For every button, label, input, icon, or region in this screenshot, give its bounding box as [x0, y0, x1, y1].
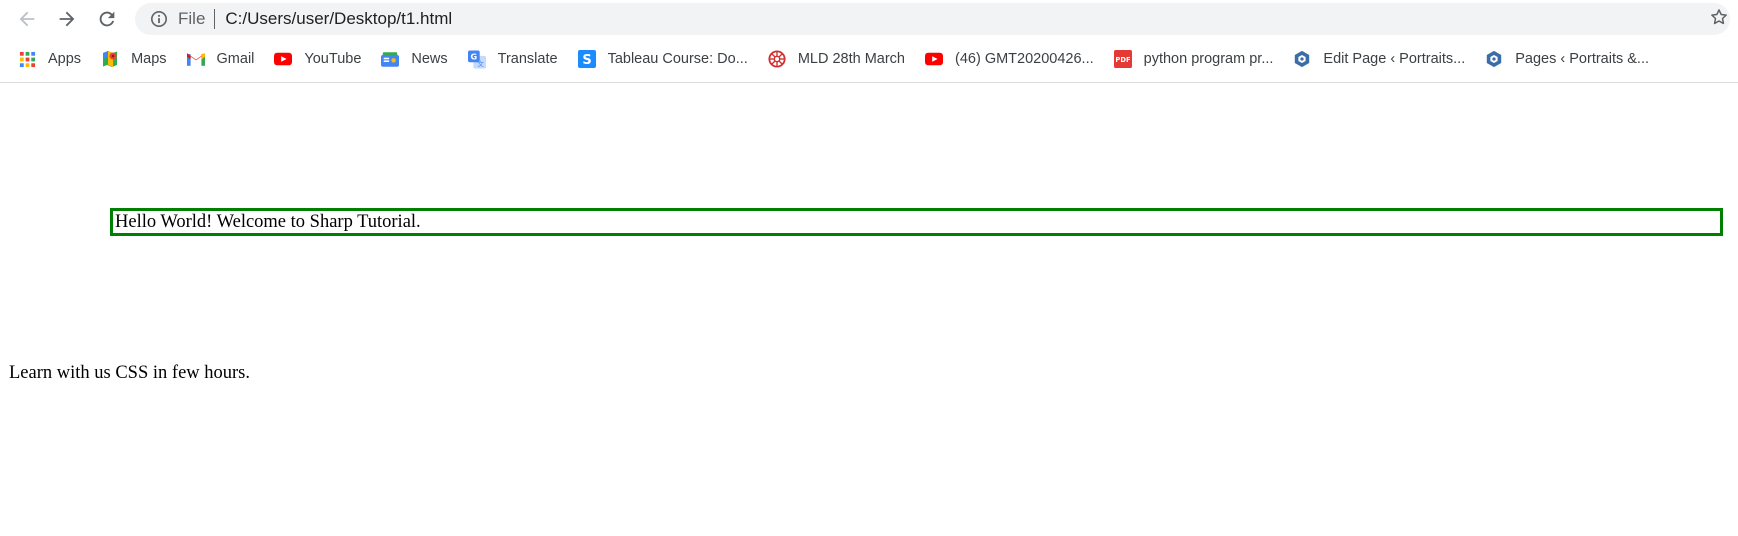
page-content: Hello World! Welcome to Sharp Tutorial. … [0, 83, 1738, 536]
hexagon-logo-icon [1485, 50, 1503, 68]
hello-world-box: Hello World! Welcome to Sharp Tutorial. [110, 208, 1723, 236]
svg-text:文: 文 [477, 58, 484, 67]
bookmark-label: News [411, 51, 448, 67]
bookmark-label: Gmail [216, 51, 255, 67]
bookmark-python-program[interactable]: PDF python program pr... [1113, 50, 1274, 68]
reload-button[interactable] [91, 3, 123, 35]
star-icon [1711, 9, 1727, 25]
forward-button[interactable] [51, 3, 83, 35]
forward-arrow-icon [59, 11, 75, 27]
bookmark-label: Edit Page ‹ Portraits... [1323, 51, 1466, 67]
red-wheel-icon [768, 50, 786, 68]
google-translate-icon: G 文 [467, 50, 486, 68]
hexagon-logo-icon [1293, 50, 1311, 68]
bookmark-label: python program pr... [1143, 51, 1274, 67]
bookmark-label: YouTube [304, 51, 362, 67]
svg-text:S: S [582, 53, 591, 68]
bookmark-label: Maps [131, 51, 167, 67]
back-arrow-icon [19, 11, 35, 27]
url-text[interactable]: C:/Users/user/Desktop/t1.html [225, 9, 452, 29]
gmail-icon [186, 50, 205, 68]
bookmark-youtube[interactable]: YouTube [274, 50, 361, 68]
bookmarks-bar: Apps Maps Gmail YouTube News G 文 Transla… [0, 42, 1738, 76]
bookmark-gmail[interactable]: Gmail [186, 50, 255, 68]
bookmark-translate[interactable]: G 文 Translate [467, 50, 558, 68]
learn-css-text: Learn with us CSS in few hours. [9, 363, 250, 383]
bookmark-label: Apps [48, 51, 82, 67]
google-news-icon [381, 50, 400, 68]
bookmark-label: (46) GMT20200426... [955, 51, 1094, 67]
bookmark-mld[interactable]: MLD 28th March [768, 50, 905, 68]
bookmark-star-button[interactable] [1708, 6, 1730, 28]
info-icon[interactable] [150, 10, 168, 28]
bookmark-edit-page[interactable]: Edit Page ‹ Portraits... [1293, 50, 1465, 68]
apps-grid-icon [18, 50, 36, 68]
bookmark-tableau-course[interactable]: S Tableau Course: Do... [577, 50, 748, 68]
bookmark-news[interactable]: News [381, 50, 448, 68]
pdf-icon: PDF [1113, 50, 1132, 68]
bookmark-maps[interactable]: Maps [101, 50, 167, 68]
url-separator [214, 9, 216, 29]
bookmark-label: Pages ‹ Portraits &... [1515, 51, 1650, 67]
svg-text:PDF: PDF [1115, 56, 1131, 64]
bookmark-pages-portraits[interactable]: Pages ‹ Portraits &... [1485, 50, 1649, 68]
address-bar[interactable]: File C:/Users/user/Desktop/t1.html [135, 3, 1730, 35]
back-button[interactable] [11, 3, 43, 35]
google-maps-icon [101, 50, 119, 68]
bookmark-label: Tableau Course: Do... [607, 51, 748, 67]
browser-toolbar: File C:/Users/user/Desktop/t1.html [0, 0, 1738, 38]
bookmark-label: MLD 28th March [797, 51, 905, 67]
svg-text:G: G [470, 51, 477, 61]
bookmark-gmt-video[interactable]: (46) GMT20200426... [925, 50, 1094, 68]
url-scheme-label: File [178, 9, 206, 28]
youtube-icon [925, 50, 943, 68]
skillshare-s-icon: S [577, 50, 596, 68]
bookmark-label: Translate [497, 51, 558, 67]
youtube-icon [274, 50, 293, 68]
reload-icon [99, 11, 115, 27]
bookmark-apps[interactable]: Apps [18, 50, 81, 68]
